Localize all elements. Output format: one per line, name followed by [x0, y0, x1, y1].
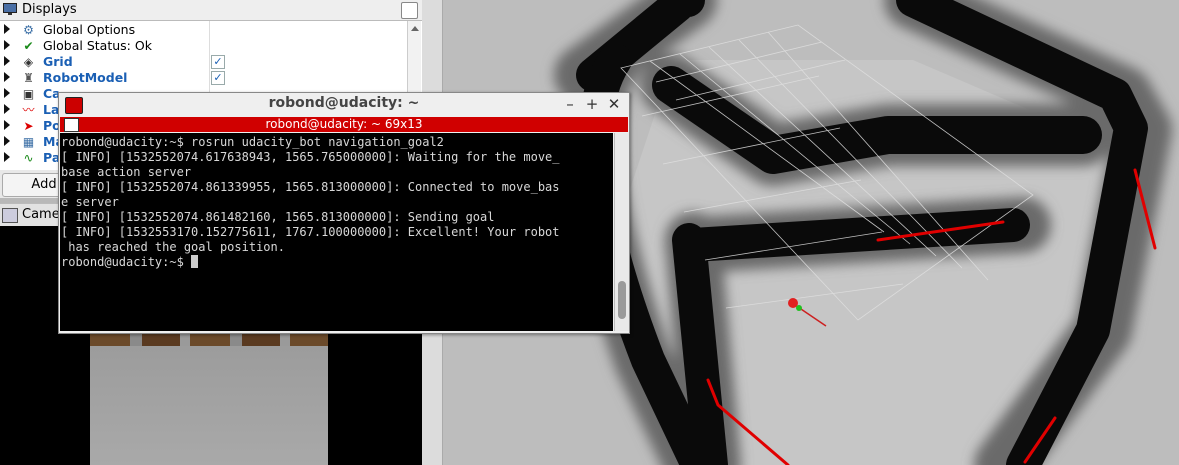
display-item[interactable]: ♜ RobotModel ✓	[0, 70, 408, 86]
camera-image	[90, 334, 328, 465]
pose-icon: ➤	[23, 119, 34, 133]
terminal-line: e server	[61, 195, 119, 209]
display-item-label: Global Status: Ok	[43, 38, 152, 53]
display-item-label: Global Options	[43, 22, 136, 37]
gear-icon: ⚙	[23, 23, 34, 37]
display-item-label: La	[43, 102, 60, 117]
camera-panel-icon	[2, 208, 18, 223]
terminal-output[interactable]: robond@udacity:~$ rosrun udacity_bot nav…	[60, 133, 613, 331]
displays-title: Displays	[22, 2, 77, 17]
terminal-line: base action server	[61, 165, 192, 179]
robot-model-icon: ♜	[23, 71, 34, 85]
expand-arrow-icon[interactable]	[4, 24, 10, 34]
terminal-scrollbar-thumb[interactable]	[618, 281, 626, 319]
terminal-scrollbar[interactable]	[614, 133, 629, 331]
terminal-line: [ INFO] [1532553170.152775611, 1767.1000…	[61, 225, 560, 239]
expand-arrow-icon[interactable]	[4, 152, 10, 162]
terminal-titlebar[interactable]: robond@udacity: ~ – + ✕	[59, 93, 629, 117]
display-item-label: Grid	[43, 54, 73, 69]
minimize-button[interactable]: –	[561, 94, 579, 114]
laser-scan-icon: 〰	[22, 103, 35, 117]
camera-image-wall-trim	[90, 334, 328, 346]
terminal-window[interactable]: robond@udacity: ~ – + ✕ robond@udacity: …	[58, 92, 630, 334]
camera-icon: ▣	[22, 87, 35, 101]
display-item[interactable]: ◈ Grid ✓	[0, 54, 408, 70]
expand-arrow-icon[interactable]	[4, 88, 10, 98]
terminal-log-lines: robond@udacity:~$ rosrun udacity_bot nav…	[61, 135, 560, 254]
terminal-line: [ INFO] [1532552074.861339955, 1565.8130…	[61, 180, 560, 194]
checkmark-icon: ✔	[23, 39, 34, 53]
expand-arrow-icon[interactable]	[4, 72, 10, 82]
terminal-line: [ INFO] [1532552074.617638943, 1565.7650…	[61, 150, 560, 164]
display-enabled-checkbox[interactable]: ✓	[211, 55, 225, 69]
expand-arrow-icon[interactable]	[4, 120, 10, 130]
map-icon: ▦	[22, 135, 35, 149]
expand-arrow-icon[interactable]	[4, 56, 10, 66]
close-button[interactable]: ✕	[605, 94, 623, 114]
terminal-title: robond@udacity: ~	[268, 95, 420, 111]
expand-arrow-icon[interactable]	[4, 136, 10, 146]
scroll-up-icon[interactable]	[411, 26, 419, 31]
displays-undock-button[interactable]	[401, 2, 418, 19]
camera-panel-title: Came	[22, 207, 60, 222]
terminal-line: [ INFO] [1532552074.861482160, 1565.8130…	[61, 210, 495, 224]
expand-arrow-icon[interactable]	[4, 40, 10, 50]
monitor-icon	[3, 3, 17, 15]
terminal-tab[interactable]: robond@udacity: ~ 69x13	[60, 117, 628, 132]
display-item-label: RobotModel	[43, 70, 128, 85]
terminal-line: robond@udacity:~$ rosrun udacity_bot nav…	[61, 135, 444, 149]
path-icon: ∿	[23, 151, 34, 165]
display-enabled-checkbox[interactable]: ✓	[211, 71, 225, 85]
terminal-prompt: robond@udacity:~$	[61, 255, 192, 269]
grid-icon: ◈	[23, 55, 34, 69]
expand-arrow-icon[interactable]	[4, 104, 10, 114]
terminal-cursor	[191, 255, 199, 268]
display-item[interactable]: ✔ Global Status: Ok	[0, 38, 408, 54]
displays-header: Displays	[0, 0, 422, 21]
maximize-button[interactable]: +	[583, 94, 601, 114]
terminal-line: has reached the goal position.	[61, 240, 285, 254]
terminal-tab-label: robond@udacity: ~ 69x13	[265, 117, 423, 131]
camera-image-floor	[90, 346, 328, 465]
display-item[interactable]: ⚙ Global Options	[0, 22, 408, 38]
